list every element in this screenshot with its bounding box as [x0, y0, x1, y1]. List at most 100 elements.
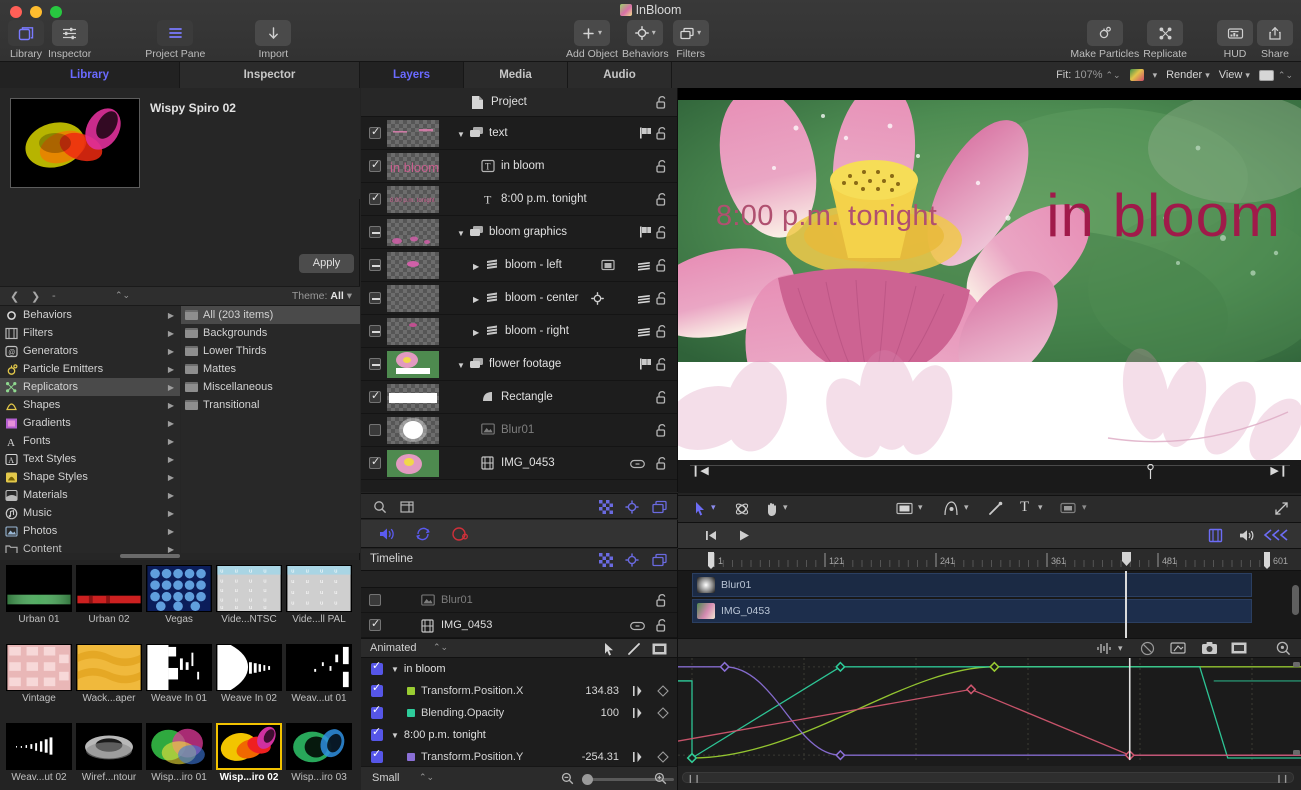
- keyframe-enable-checkbox[interactable]: [371, 707, 383, 719]
- unlock-icon[interactable]: [656, 192, 669, 206]
- keyframe-filter-stepper-icon[interactable]: ⌃⌄: [433, 642, 448, 653]
- disclosure-triangle-open[interactable]: ▼: [457, 130, 465, 139]
- keyframe-value[interactable]: 100: [601, 707, 619, 719]
- viewer-canvas[interactable]: 8:00 p.m. tonight in bloom: [678, 88, 1301, 460]
- rectangle-chevron-down-icon[interactable]: ▾: [918, 502, 923, 513]
- library-category-gradients[interactable]: Gradients▶: [0, 414, 180, 432]
- unlock-icon[interactable]: [656, 159, 669, 173]
- disclosure-triangle-closed[interactable]: ▶: [473, 295, 479, 304]
- mini-out-point-marker[interactable]: ▶❙: [1270, 464, 1288, 477]
- library-item-14[interactable]: Wisp...iro 03: [286, 723, 352, 783]
- keyframe-enable-checkbox[interactable]: [371, 729, 383, 741]
- checkerboard-icon[interactable]: [599, 553, 613, 567]
- layer-row-bloom-graphics[interactable]: ▼bloom graphics: [361, 216, 677, 249]
- layer-stack-icon[interactable]: [637, 327, 651, 338]
- disclosure-triangle-closed[interactable]: ▶: [473, 262, 479, 271]
- keyframe-parameter-list[interactable]: ▼in bloomTransform.Position.X134.83Blend…: [361, 658, 678, 766]
- library-category-filters[interactable]: Filters▶: [0, 324, 180, 342]
- library-category-shapes[interactable]: Shapes▶: [0, 396, 180, 414]
- library-category-behaviors[interactable]: Behaviors▶: [0, 306, 180, 324]
- library-item-10[interactable]: Weav...ut 02: [6, 723, 72, 783]
- nav-back-icon[interactable]: ❮: [10, 290, 19, 303]
- unlock-icon[interactable]: [656, 618, 669, 632]
- nav-forward-icon[interactable]: ❯: [31, 290, 40, 303]
- layer-visibility-checkbox[interactable]: [369, 127, 381, 139]
- toolbar-add-object-button[interactable]: ▾ Add Object: [566, 20, 618, 60]
- layer-row-in-bloom[interactable]: in bloomTin bloom: [361, 150, 677, 183]
- keyframe-nav-icon[interactable]: [631, 751, 645, 763]
- clip-blur01[interactable]: Blur01: [692, 573, 1252, 597]
- library-item-6[interactable]: Wack...aper: [76, 644, 142, 704]
- track-size-stepper-icon[interactable]: ⌃⌄: [419, 772, 434, 783]
- layer-visibility-checkbox[interactable]: [369, 226, 381, 238]
- duplicate-icon[interactable]: [652, 553, 667, 567]
- keyframe-nav-icon[interactable]: [631, 685, 645, 697]
- disclosure-triangle-open[interactable]: ▼: [457, 361, 465, 370]
- plus-icon[interactable]: ▾: [574, 20, 610, 46]
- fit-value[interactable]: 107%: [1074, 62, 1102, 88]
- duplicate-icon[interactable]: [652, 500, 667, 514]
- apply-button[interactable]: Apply: [299, 254, 354, 273]
- library-subcategory-list[interactable]: All (203 items)BackgroundsLower ThirdsMa…: [181, 306, 360, 553]
- library-subcategory-backgrounds[interactable]: Backgrounds: [181, 324, 360, 342]
- canvas-mini-timeline[interactable]: ❙◀ ▶❙: [678, 460, 1301, 493]
- add-keyframe-icon[interactable]: [657, 751, 669, 763]
- keyframe-enable-checkbox[interactable]: [371, 685, 383, 697]
- layer-row-bloom-center[interactable]: ▶bloom - center: [361, 282, 677, 315]
- zoom-in-icon[interactable]: [654, 772, 667, 785]
- text-tool-icon[interactable]: T: [1020, 499, 1029, 516]
- unlock-icon[interactable]: [656, 291, 669, 305]
- disclosure-triangle-open[interactable]: ▼: [391, 665, 399, 674]
- layer-visibility-checkbox[interactable]: [369, 259, 381, 271]
- play-icon[interactable]: [737, 529, 750, 542]
- unlock-icon[interactable]: [656, 423, 669, 437]
- toolbar-import-button[interactable]: Import: [255, 20, 291, 60]
- library-category-shape-styles[interactable]: Shape Styles▶: [0, 468, 180, 486]
- export-icon[interactable]: [1170, 641, 1186, 655]
- select-tool-icon[interactable]: [694, 501, 706, 517]
- keyframe-value[interactable]: -254.31: [582, 751, 619, 763]
- layer-row-rectangle[interactable]: Rectangle: [361, 381, 677, 414]
- toolbar-replicate-button[interactable]: Replicate: [1143, 20, 1187, 60]
- display-icon[interactable]: [1259, 70, 1274, 81]
- replicate-icon[interactable]: [1147, 20, 1183, 46]
- layer-stack-icon[interactable]: [637, 294, 651, 305]
- goto-start-icon[interactable]: [704, 529, 718, 542]
- view-chevron-down-icon[interactable]: ▾: [1245, 62, 1250, 88]
- frame-view-icon[interactable]: [1231, 641, 1247, 655]
- camera-icon[interactable]: [1201, 641, 1218, 655]
- library-category-list[interactable]: Behaviors▶Filters▶@Generators▶Particle E…: [0, 306, 180, 553]
- timeline-track-img_0453[interactable]: IMG_0453: [361, 613, 677, 638]
- layer-visibility-checkbox[interactable]: [369, 358, 381, 370]
- library-item-3[interactable]: uuuuuuuuuuuuuuuuuuuuVide...NTSC: [216, 565, 282, 625]
- add-keyframe-icon[interactable]: [657, 685, 669, 697]
- toolbar-make-particles-button[interactable]: Make Particles: [1070, 20, 1139, 60]
- unlock-icon[interactable]: [656, 593, 669, 607]
- library-item-0[interactable]: Urban 01: [6, 565, 72, 625]
- unlock-icon[interactable]: [656, 258, 669, 272]
- layer-visibility-checkbox[interactable]: [369, 325, 381, 337]
- record-keyframe-icon[interactable]: [451, 526, 469, 542]
- channels-chevron-down-icon[interactable]: ▾: [1153, 62, 1158, 88]
- select-tool-chevron-down-icon[interactable]: ▾: [711, 502, 716, 513]
- display-stepper-icon[interactable]: ⌃⌄: [1278, 62, 1293, 88]
- unlock-icon[interactable]: [656, 225, 669, 239]
- library-category-particle-emitters[interactable]: Particle Emitters▶: [0, 360, 180, 378]
- timeline-ruler[interactable]: 1 121 241 361 481 601: [678, 549, 1301, 571]
- inspector-sliders-icon[interactable]: [52, 20, 88, 46]
- zoom-slider-thumb[interactable]: [582, 774, 593, 785]
- gear-icon[interactable]: [625, 553, 639, 567]
- layers-list[interactable]: Project▼textin bloomTin bloom8:00 p.m. t…: [361, 88, 678, 492]
- mask-tool-icon[interactable]: [1060, 501, 1076, 515]
- library-category-materials[interactable]: Materials▶: [0, 486, 180, 504]
- tracks-vertical-scrollbar[interactable]: [1292, 585, 1299, 615]
- keyframe-row-transform-position-x[interactable]: Transform.Position.X134.83: [361, 680, 677, 702]
- library-item-grid[interactable]: Urban 01Urban 02Vegasuuuuuuuuuuuuuuuuuuu…: [0, 560, 360, 790]
- import-arrow-down-icon[interactable]: [255, 20, 291, 46]
- checkerboard-icon[interactable]: [599, 500, 613, 514]
- tab-audio[interactable]: Audio: [568, 62, 672, 88]
- layer-row-flower-footage[interactable]: ▼flower footage: [361, 348, 677, 381]
- link-icon[interactable]: [630, 621, 645, 631]
- view-menu[interactable]: View: [1219, 62, 1243, 88]
- render-chevron-down-icon[interactable]: ▾: [1205, 62, 1210, 88]
